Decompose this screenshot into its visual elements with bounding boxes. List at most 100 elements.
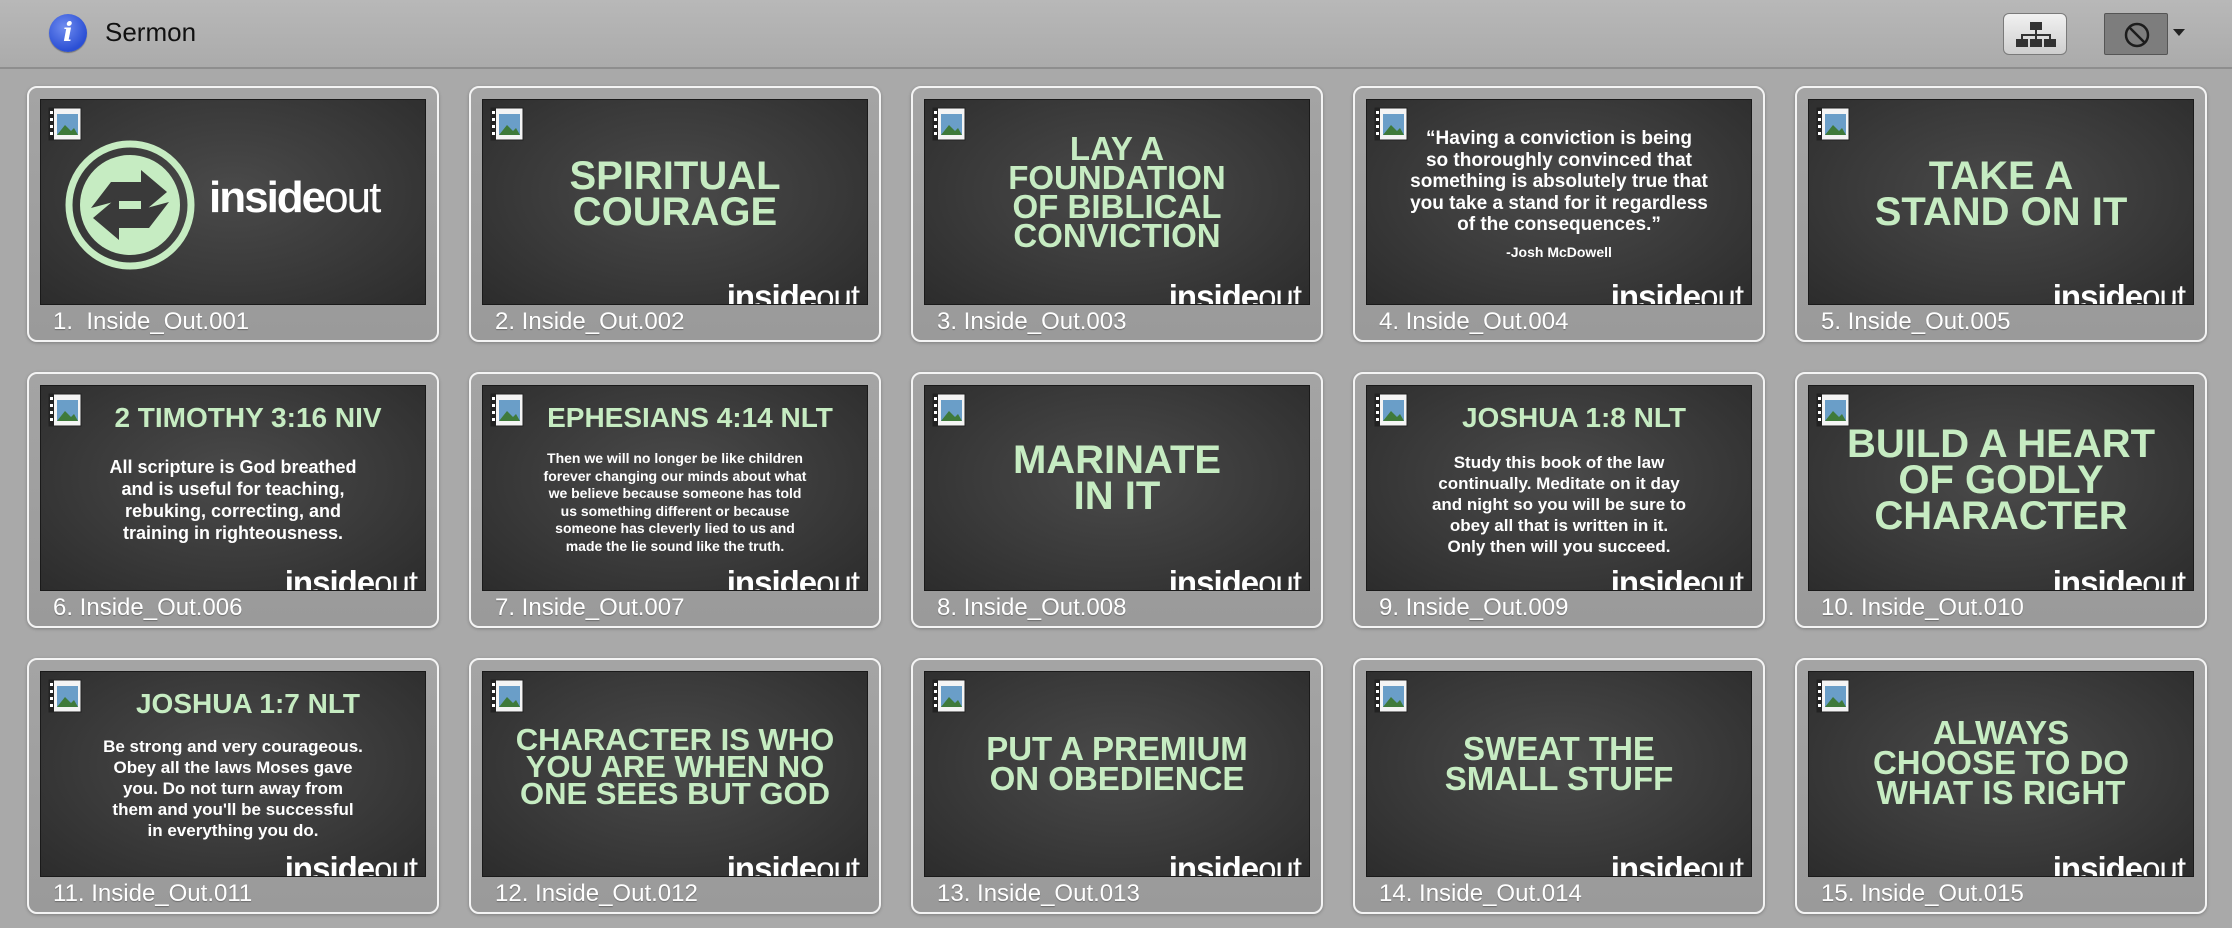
slide-thumbnail[interactable]: ALWAYS CHOOSE TO DO WHAT IS RIGHT inside… bbox=[1808, 671, 2194, 877]
slide-body: Then we will no longer be like children … bbox=[543, 450, 807, 554]
slide-thumbnail[interactable]: “Having a conviction is being so thoroug… bbox=[1366, 99, 1752, 305]
image-slide-icon bbox=[1816, 679, 1850, 713]
insideout-wordmark: insideout bbox=[209, 173, 381, 222]
insideout-wordmark: insideout bbox=[2052, 564, 2186, 591]
slide-cell-7[interactable]: EPHESIANS 4:14 NLT Then we will no longe… bbox=[469, 372, 881, 628]
image-slide-icon bbox=[490, 393, 524, 427]
slide-label: 7. Inside_Out.007 bbox=[495, 594, 685, 621]
slide-thumbnail[interactable]: SPIRITUAL COURAGE insideout bbox=[482, 99, 868, 305]
info-icon[interactable]: i bbox=[49, 14, 87, 52]
quote-attribution: -Josh McDowell bbox=[1506, 244, 1612, 260]
slide-cell-2[interactable]: SPIRITUAL COURAGE insideout 2. Inside_Ou… bbox=[469, 86, 881, 342]
hierarchy-button[interactable] bbox=[2003, 13, 2067, 55]
slide-thumbnail[interactable]: CHARACTER IS WHO YOU ARE WHEN NO ONE SEE… bbox=[482, 671, 868, 877]
slide-label: 3. Inside_Out.003 bbox=[937, 308, 1127, 335]
image-slide-icon bbox=[1816, 107, 1850, 141]
no-entry-icon bbox=[2124, 22, 2150, 48]
image-slide-icon bbox=[1374, 679, 1408, 713]
slide-body: Be strong and very courageous. Obey all … bbox=[103, 737, 363, 840]
slide-cell-9[interactable]: JOSHUA 1:8 NLT Study this book of the la… bbox=[1353, 372, 1765, 628]
image-slide-icon bbox=[932, 679, 966, 713]
insideout-wordmark: insideout bbox=[2052, 850, 2186, 877]
insideout-wordmark: insideout bbox=[284, 564, 418, 591]
slide-label: 15. Inside_Out.015 bbox=[1821, 880, 2024, 907]
slide-thumbnail[interactable]: TAKE A STAND ON IT insideout bbox=[1808, 99, 2194, 305]
slide-title: CHARACTER IS WHO YOU ARE WHEN NO ONE SEE… bbox=[515, 722, 835, 811]
slide-thumbnail[interactable]: EPHESIANS 4:14 NLT Then we will no longe… bbox=[482, 385, 868, 591]
slide-cell-13[interactable]: PUT A PREMIUM ON OBEDIENCE insideout 13.… bbox=[911, 658, 1323, 914]
slide-title: LAY A FOUNDATION OF BIBLICAL CONVICTION bbox=[1008, 130, 1226, 254]
insideout-wordmark: insideout bbox=[284, 850, 418, 877]
slide-cell-14[interactable]: SWEAT THE SMALL STUFF insideout 14. Insi… bbox=[1353, 658, 1765, 914]
slide-title: SPIRITUAL COURAGE bbox=[569, 154, 781, 234]
slide-cell-10[interactable]: BUILD A HEART OF GODLY CHARACTER insideo… bbox=[1795, 372, 2207, 628]
slide-label: 11. Inside_Out.011 bbox=[53, 880, 253, 907]
slide-thumbnail[interactable]: SWEAT THE SMALL STUFF insideout bbox=[1366, 671, 1752, 877]
image-slide-icon bbox=[48, 393, 82, 427]
slide-cell-3[interactable]: LAY A FOUNDATION OF BIBLICAL CONVICTION … bbox=[911, 86, 1323, 342]
slide-label: 8. Inside_Out.008 bbox=[937, 594, 1127, 621]
quote-text: “Having a conviction is being so thoroug… bbox=[1410, 128, 1708, 235]
chevron-down-icon[interactable] bbox=[2173, 29, 2185, 36]
hierarchy-icon bbox=[2016, 22, 2056, 47]
slide-thumbnail[interactable]: LAY A FOUNDATION OF BIBLICAL CONVICTION … bbox=[924, 99, 1310, 305]
slide-title: 2 TIMOTHY 3:16 NIV bbox=[114, 402, 382, 433]
slide-cell-12[interactable]: CHARACTER IS WHO YOU ARE WHEN NO ONE SEE… bbox=[469, 658, 881, 914]
slide-label: 10. Inside_Out.010 bbox=[1821, 594, 2024, 621]
slide-body: Study this book of the law continually. … bbox=[1431, 453, 1687, 556]
toolbar: i Sermon bbox=[0, 0, 2232, 69]
page-title: Sermon bbox=[105, 17, 197, 47]
insideout-wordmark: insideout bbox=[1610, 564, 1744, 591]
insideout-wordmark: insideout bbox=[1610, 278, 1744, 305]
disable-button[interactable] bbox=[2104, 13, 2168, 55]
slide-label: 13. Inside_Out.013 bbox=[937, 880, 1140, 907]
slide-title: SWEAT THE SMALL STUFF bbox=[1444, 730, 1674, 797]
image-slide-icon bbox=[490, 107, 524, 141]
slide-label: 9. Inside_Out.009 bbox=[1379, 594, 1569, 621]
insideout-arrows-logo-icon bbox=[65, 140, 195, 270]
slide-label: 14. Inside_Out.014 bbox=[1379, 880, 1582, 907]
slide-thumbnail[interactable]: JOSHUA 1:7 NLT Be strong and very courag… bbox=[40, 671, 426, 877]
insideout-wordmark: insideout bbox=[1168, 850, 1302, 877]
slide-label: 1. Inside_Out.001 bbox=[53, 308, 250, 335]
image-slide-icon bbox=[48, 107, 82, 141]
slide-cell-1[interactable]: insideout 1. Inside_Out.001 bbox=[27, 86, 439, 342]
image-slide-icon bbox=[1374, 393, 1408, 427]
slide-thumbnail[interactable]: PUT A PREMIUM ON OBEDIENCE insideout bbox=[924, 671, 1310, 877]
image-slide-icon bbox=[1374, 107, 1408, 141]
slide-thumbnail[interactable]: BUILD A HEART OF GODLY CHARACTER insideo… bbox=[1808, 385, 2194, 591]
insideout-wordmark: insideout bbox=[726, 278, 860, 305]
insideout-wordmark: insideout bbox=[1168, 564, 1302, 591]
slide-title: BUILD A HEART OF GODLY CHARACTER bbox=[1846, 422, 2156, 538]
slide-label: 2. Inside_Out.002 bbox=[495, 308, 685, 335]
slide-title: MARINATE IN IT bbox=[1012, 438, 1222, 518]
slide-body: All scripture is God breathed and is use… bbox=[109, 457, 357, 543]
image-slide-icon bbox=[1816, 393, 1850, 427]
image-slide-icon bbox=[932, 393, 966, 427]
slide-cell-6[interactable]: 2 TIMOTHY 3:16 NIV All scripture is God … bbox=[27, 372, 439, 628]
slide-title: ALWAYS CHOOSE TO DO WHAT IS RIGHT bbox=[1872, 714, 2130, 811]
slide-cell-15[interactable]: ALWAYS CHOOSE TO DO WHAT IS RIGHT inside… bbox=[1795, 658, 2207, 914]
slide-title: TAKE A STAND ON IT bbox=[1874, 154, 2128, 234]
slide-label: 6. Inside_Out.006 bbox=[53, 594, 243, 621]
slide-thumbnail[interactable]: 2 TIMOTHY 3:16 NIV All scripture is God … bbox=[40, 385, 426, 591]
slide-title: PUT A PREMIUM ON OBEDIENCE bbox=[986, 730, 1248, 797]
slide-thumbnail[interactable]: MARINATE IN IT insideout bbox=[924, 385, 1310, 591]
slide-cell-8[interactable]: MARINATE IN IT insideout 8. Inside_Out.0… bbox=[911, 372, 1323, 628]
slide-title: JOSHUA 1:8 NLT bbox=[1461, 402, 1687, 433]
slide-cell-5[interactable]: TAKE A STAND ON IT insideout 5. Inside_O… bbox=[1795, 86, 2207, 342]
slide-title: JOSHUA 1:7 NLT bbox=[135, 688, 361, 719]
slide-grid: insideout 1. Inside_Out.001 SPIRITUAL CO… bbox=[27, 86, 2207, 914]
image-slide-icon bbox=[490, 679, 524, 713]
insideout-wordmark: insideout bbox=[2052, 278, 2186, 305]
slide-cell-11[interactable]: JOSHUA 1:7 NLT Be strong and very courag… bbox=[27, 658, 439, 914]
slide-thumbnail[interactable]: JOSHUA 1:8 NLT Study this book of the la… bbox=[1366, 385, 1752, 591]
insideout-wordmark: insideout bbox=[726, 850, 860, 877]
image-slide-icon bbox=[932, 107, 966, 141]
insideout-wordmark: insideout bbox=[1610, 850, 1744, 877]
slide-thumbnail[interactable]: insideout bbox=[40, 99, 426, 305]
slide-cell-4[interactable]: “Having a conviction is being so thoroug… bbox=[1353, 86, 1765, 342]
insideout-wordmark: insideout bbox=[726, 564, 860, 591]
slide-label: 5. Inside_Out.005 bbox=[1821, 308, 2011, 335]
slide-label: 4. Inside_Out.004 bbox=[1379, 308, 1569, 335]
